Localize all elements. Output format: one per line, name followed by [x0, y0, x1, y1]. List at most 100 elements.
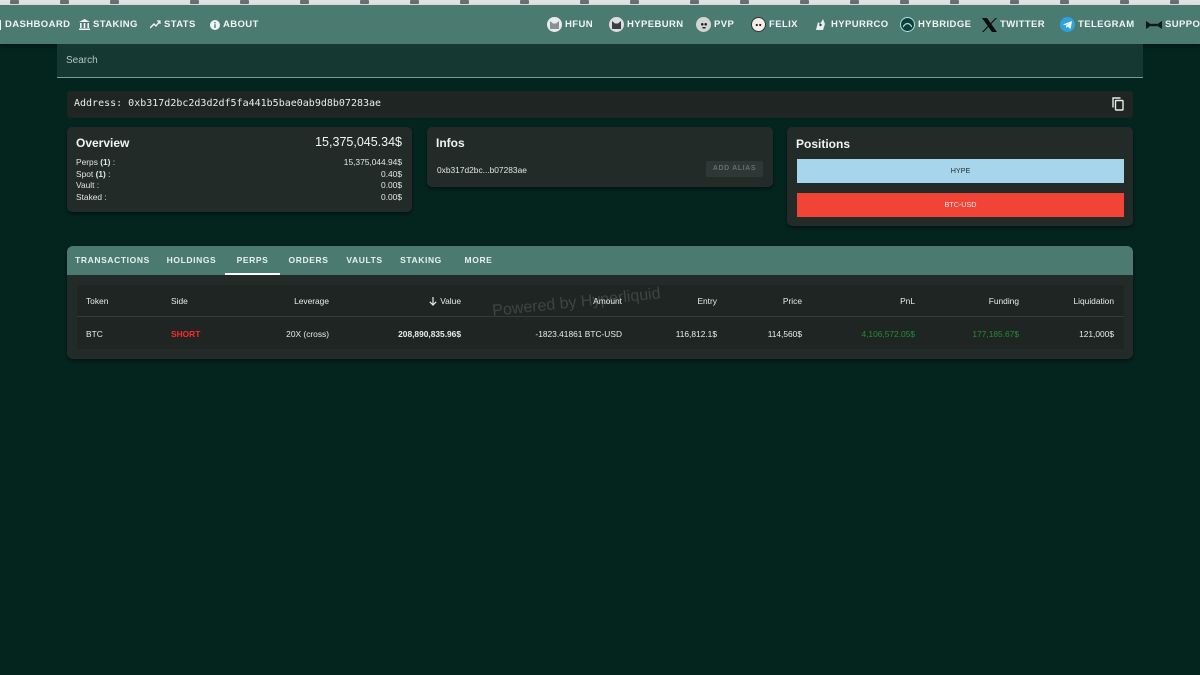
nav-dashboard-label: DASHBOARD: [5, 19, 71, 30]
tab-more[interactable]: MORE: [450, 246, 507, 275]
skull-icon: [696, 17, 711, 32]
overview-value: 0.00$: [381, 180, 402, 190]
tab-vaults[interactable]: VAULTS: [337, 246, 392, 275]
infos-address: 0xb317d2bc...b07283ae: [437, 165, 527, 175]
overview-suffix: :: [105, 168, 111, 179]
overview-row-staked: Staked : 0.00$: [76, 192, 402, 203]
nav-hypeburn[interactable]: HYPEBURN: [609, 5, 684, 44]
bank-icon: [79, 19, 90, 30]
column-header-token[interactable]: Token: [86, 296, 108, 306]
sort-desc-arrow-icon: [429, 296, 437, 306]
cat-fire-icon: [609, 17, 624, 32]
nav-telegram[interactable]: TELEGRAM: [1060, 5, 1135, 44]
nav-stats-label: STATS: [164, 19, 196, 30]
nav-felix-label: FELIX: [769, 19, 798, 30]
table-header: Token Side Leverage Value Amount Entry P…: [77, 285, 1124, 317]
cell-liquidation: 121,000$: [1079, 329, 1114, 339]
column-header-pnl[interactable]: PnL: [900, 296, 915, 306]
overview-title: Overview: [76, 136, 130, 150]
tab-bar: TRANSACTIONS HOLDINGS PERPS ORDERS VAULT…: [67, 246, 1133, 275]
nav-hfun[interactable]: HFUN: [547, 5, 593, 44]
column-header-entry[interactable]: Entry: [697, 296, 717, 306]
nav-stats[interactable]: STATS: [150, 5, 196, 44]
nav-support[interactable]: SUPPORT: [1146, 5, 1200, 44]
overview-label: Perps: [76, 157, 98, 167]
overview-card: Overview 15,375,045.34$ Perps (1) : 15,3…: [67, 127, 412, 212]
overview-label: Vault :: [76, 180, 100, 190]
nav-hybridge[interactable]: HYBRIDGE: [900, 5, 971, 44]
cell-entry: 116,812.1$: [675, 329, 717, 339]
column-header-liquidation[interactable]: Liquidation: [1073, 296, 1114, 306]
column-header-value: Value: [440, 296, 461, 306]
overview-label: Staked :: [76, 191, 107, 202]
overview-value: 15,375,044.94$: [343, 157, 402, 167]
nav-about[interactable]: ABOUT: [210, 5, 259, 44]
overview-count: (1): [95, 168, 106, 179]
cell-price: 114,560$: [767, 329, 802, 339]
overview-count: (1): [100, 157, 111, 167]
dashboard-icon: [0, 19, 1, 30]
nav-pvp[interactable]: PVP: [696, 5, 734, 44]
nav-staking-label: STAKING: [93, 19, 138, 30]
nav-about-label: ABOUT: [223, 19, 259, 30]
overview-total: 15,375,045.34$: [315, 135, 402, 149]
nav-pvp-label: PVP: [714, 19, 735, 30]
overview-value: 0.40$: [381, 168, 402, 179]
column-header-price[interactable]: Price: [783, 296, 802, 306]
hypurr-logo-icon: [813, 17, 828, 32]
nav-support-label: SUPPORT: [1165, 19, 1200, 30]
support-icon: [1146, 20, 1162, 29]
address-text: Address: 0xb317d2bc2d3d2df5fa441b5bae0ab…: [74, 98, 382, 109]
tab-transactions[interactable]: TRANSACTIONS: [67, 246, 158, 275]
copy-icon[interactable]: [1112, 97, 1124, 111]
cat-logo-icon: [547, 17, 562, 32]
cell-side: SHORT: [171, 329, 201, 339]
positions-title: Positions: [796, 137, 851, 151]
nav-dashboard[interactable]: DASHBOARD: [0, 5, 70, 44]
address-bar: Address: 0xb317d2bc2d3d2df5fa441b5bae0ab…: [67, 91, 1133, 118]
column-header-value-sorted[interactable]: Value: [429, 296, 461, 306]
nav-twitter-label: TWITTER: [1000, 19, 1046, 30]
tab-staking[interactable]: STAKING: [392, 246, 450, 275]
felix-logo-icon: [751, 17, 766, 32]
cell-amount: -1823.41861 BTC-USD: [535, 329, 622, 339]
nav-hybridge-label: HYBRIDGE: [918, 19, 972, 30]
add-alias-button[interactable]: ADD ALIAS: [706, 161, 763, 177]
infos-title: Infos: [436, 136, 465, 150]
telegram-icon: [1060, 17, 1075, 32]
search-field[interactable]: Search: [57, 44, 1143, 78]
cell-token: BTC: [86, 329, 103, 339]
column-header-side[interactable]: Side: [171, 296, 188, 306]
cell-leverage: 20X (cross): [286, 329, 329, 339]
nav-hypurrco[interactable]: HYPURRCO: [813, 5, 889, 44]
nav-staking[interactable]: STAKING: [79, 5, 138, 44]
cell-value: 208,890,835.96$: [398, 329, 461, 339]
position-hype-button[interactable]: HYPE: [797, 159, 1124, 183]
nav-telegram-label: TELEGRAM: [1078, 19, 1135, 30]
overview-label: Spot: [76, 168, 94, 179]
tab-holdings[interactable]: HOLDINGS: [158, 246, 225, 275]
column-header-amount[interactable]: Amount: [593, 296, 622, 306]
overview-row-spot: Spot (1) : 0.40$: [76, 169, 402, 180]
trending-up-icon: [150, 20, 161, 29]
overview-row-vault: Vault : 0.00$: [76, 180, 402, 191]
search-label: Search: [66, 55, 98, 66]
nav-felix[interactable]: FELIX: [751, 5, 798, 44]
infos-card: Infos 0xb317d2bc...b07283ae ADD ALIAS: [427, 127, 773, 187]
account-tabs-panel: TRANSACTIONS HOLDINGS PERPS ORDERS VAULT…: [67, 246, 1133, 359]
nav-hypurrco-label: HYPURRCO: [831, 19, 889, 30]
overview-value: 0.00$: [381, 191, 402, 202]
tab-orders[interactable]: ORDERS: [280, 246, 337, 275]
column-header-funding[interactable]: Funding: [989, 296, 1019, 306]
nav-hfun-label: HFUN: [565, 19, 593, 30]
overview-row-perps: Perps (1) : 15,375,044.94$: [76, 157, 402, 168]
top-nav: DASHBOARD STAKING STATS ABOUT HFUN HYPEB…: [0, 5, 1200, 44]
cell-funding: 177,185.67$: [972, 329, 1019, 339]
info-icon: [210, 19, 220, 30]
perps-table: Token Side Leverage Value Amount Entry P…: [77, 285, 1124, 349]
tab-perps[interactable]: PERPS: [225, 246, 280, 275]
nav-twitter[interactable]: TWITTER: [982, 5, 1045, 44]
column-header-leverage[interactable]: Leverage: [294, 296, 329, 306]
positions-card: Positions HYPE BTC-USD: [787, 127, 1133, 226]
position-btc-usd-button[interactable]: BTC-USD: [797, 193, 1124, 217]
